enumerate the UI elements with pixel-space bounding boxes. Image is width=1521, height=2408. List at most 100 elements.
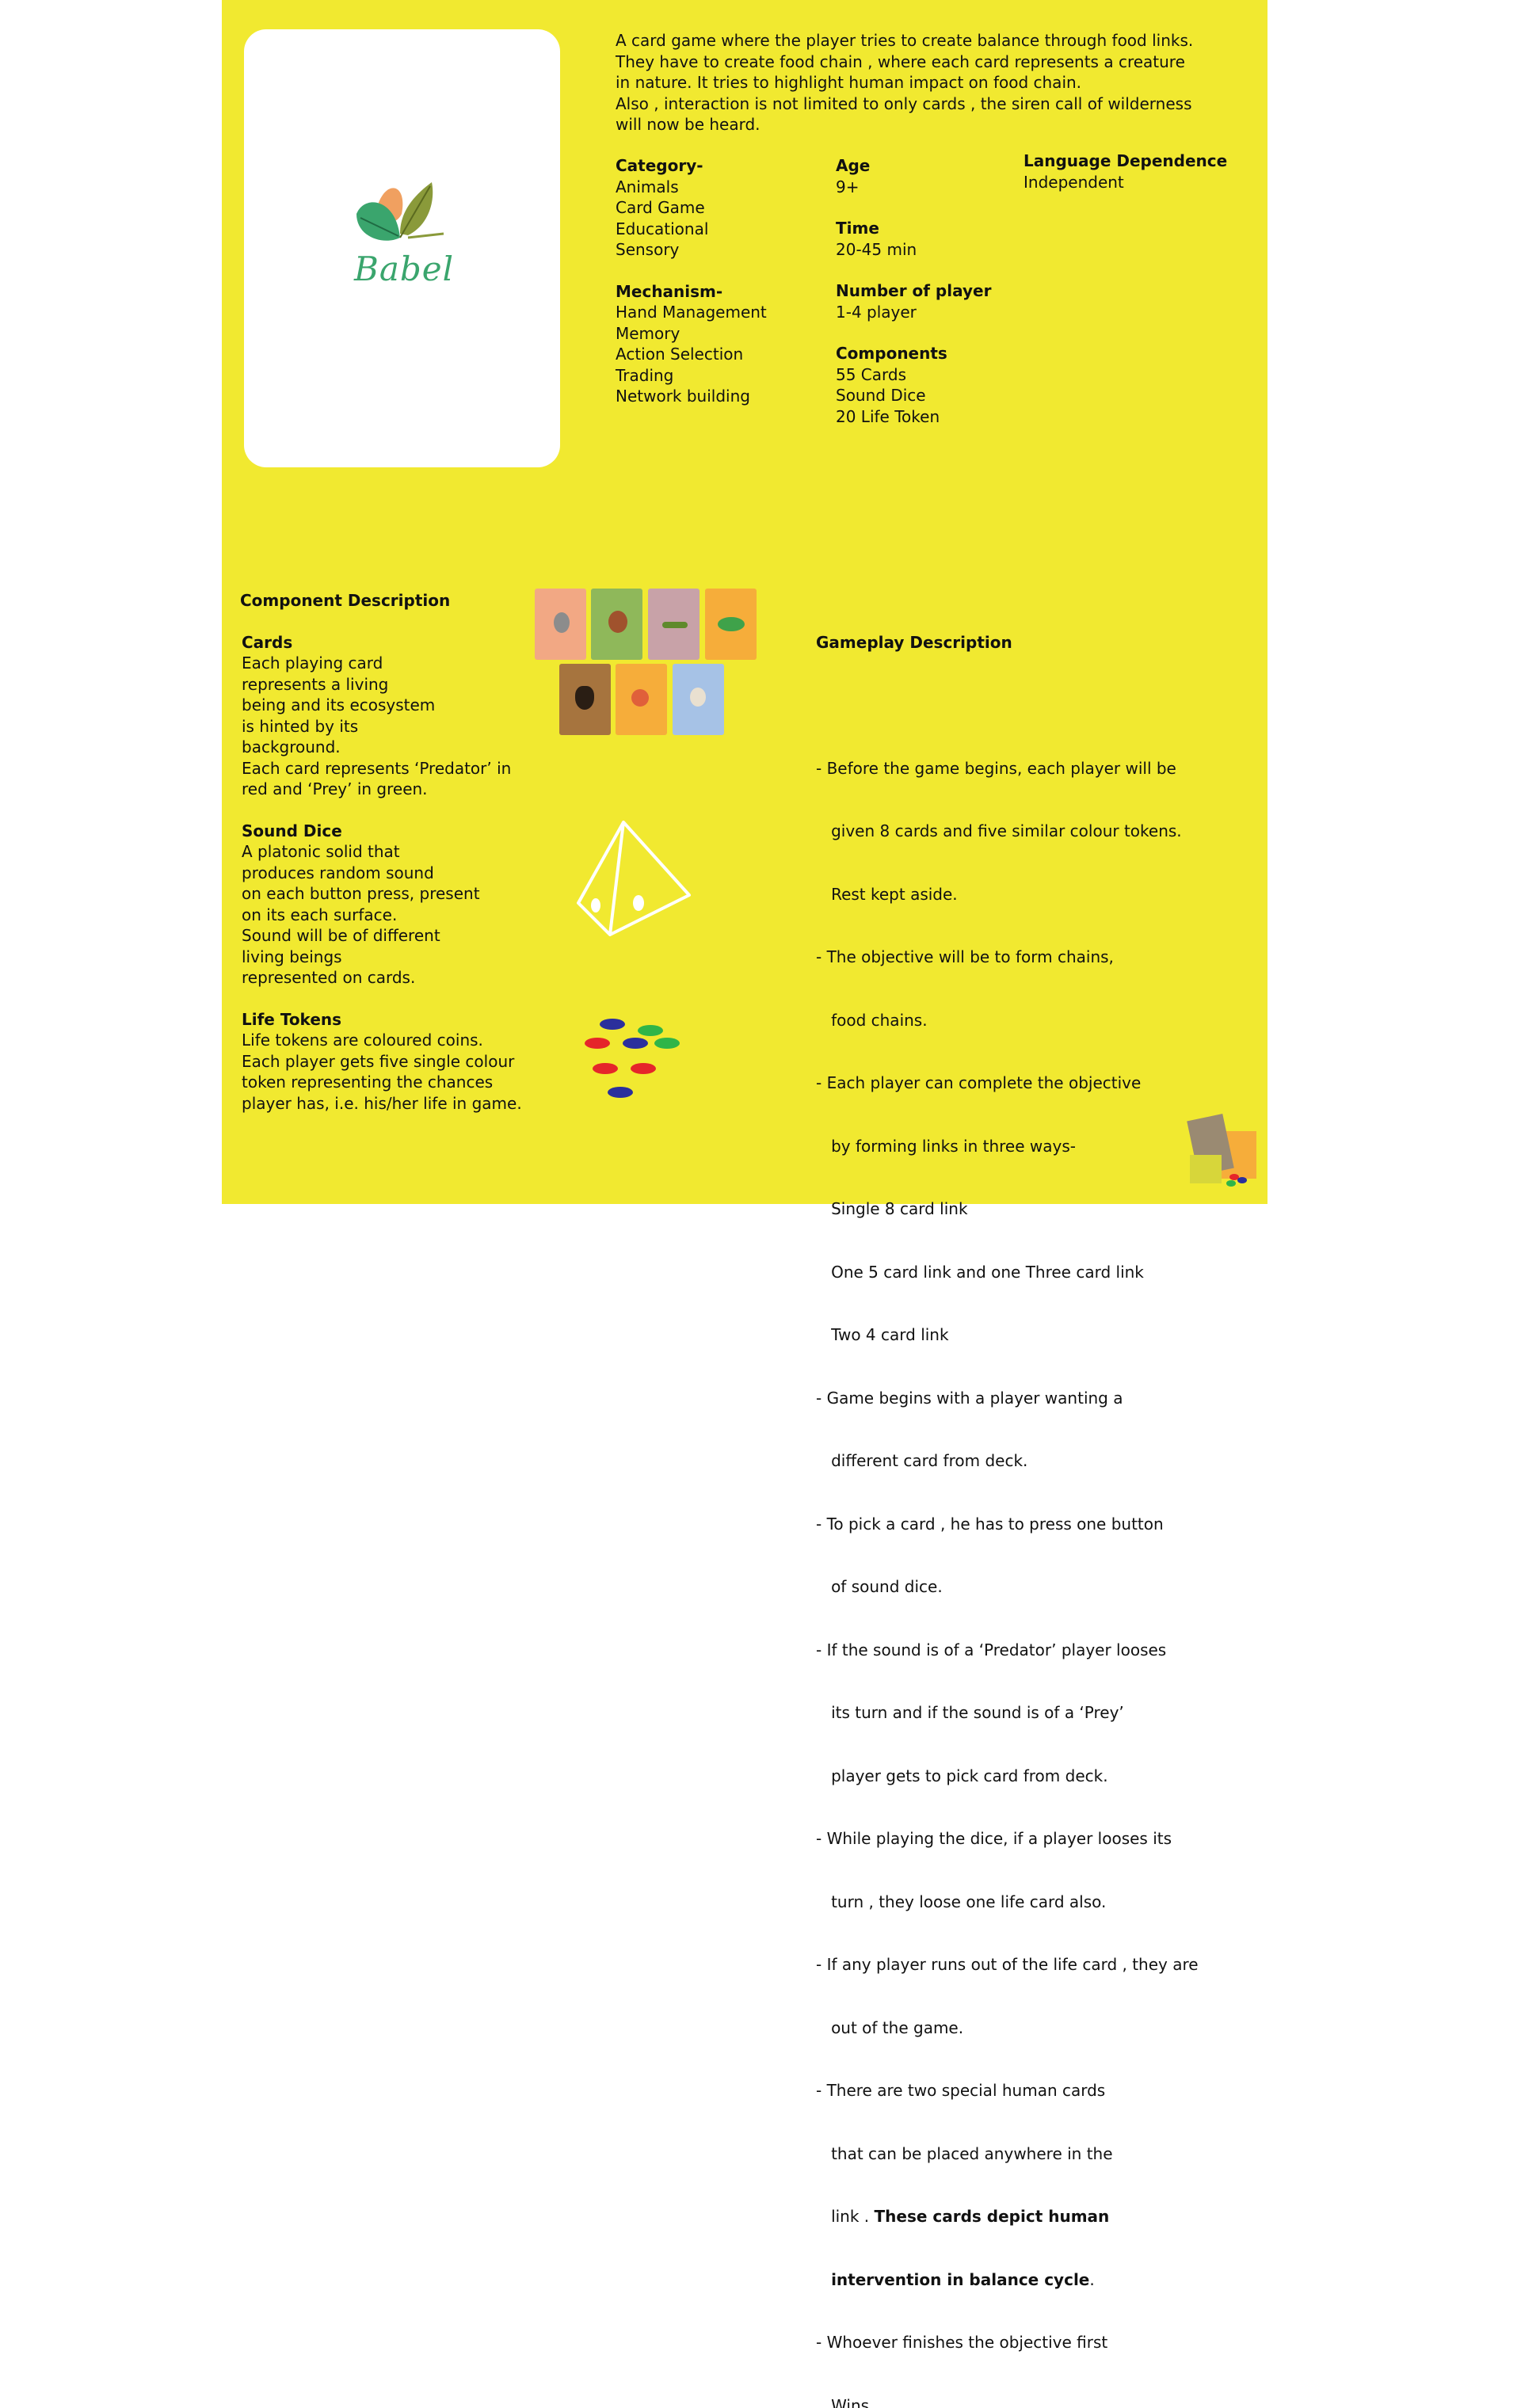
gameplay-line: - If the sound is of a ‘Predator’ player…: [816, 1640, 1199, 1661]
dice-line: on its each surface.: [242, 905, 522, 926]
gameplay-line: turn , they loose one life card also.: [816, 1892, 1199, 1913]
gameplay-emphasis: These cards depict human: [875, 2207, 1110, 2226]
owl-card-image: [535, 589, 586, 660]
gameplay-line: - Game begins with a player wanting a: [816, 1388, 1199, 1409]
cards-title: Cards: [242, 632, 522, 653]
tokens-line: Each player gets five single colour: [242, 1051, 522, 1073]
life-token: [593, 1063, 618, 1074]
life-token: [623, 1038, 648, 1049]
category-item: Animals: [616, 177, 767, 198]
gameplay-line: of sound dice.: [816, 1576, 1199, 1598]
period: .: [1089, 2270, 1094, 2289]
intro-line: in nature. It tries to highlight human i…: [616, 72, 1193, 93]
grasshopper-card-image: [648, 589, 700, 660]
dice-line: produces random sound: [242, 863, 522, 884]
components-item: 20 Life Token: [836, 406, 991, 428]
gameplay-line: that can be placed anywhere in the: [816, 2143, 1199, 2165]
gameplay-line: - To pick a card , he has to press one b…: [816, 1514, 1199, 1535]
goat-card-image: [673, 664, 724, 735]
human-card-image: [559, 664, 611, 735]
life-token: [654, 1038, 680, 1049]
plant-card-image: [705, 589, 757, 660]
dice-line: living beings: [242, 947, 522, 968]
mechanism-item: Trading: [616, 365, 767, 387]
components-item: Sound Dice: [836, 385, 991, 406]
intro-paragraph: A card game where the player tries to cr…: [616, 30, 1193, 135]
gameplay-line: Two 4 card link: [816, 1324, 1199, 1346]
gameplay-line: - Before the game begins, each player wi…: [816, 758, 1199, 779]
dice-line: represented on cards.: [242, 967, 522, 989]
life-token: [608, 1087, 633, 1098]
gameplay-line: - Each player can complete the objective: [816, 1073, 1199, 1094]
life-token: [600, 1019, 625, 1030]
babel-logo: Babel: [353, 178, 456, 285]
gameplay-description: Gameplay Description - Before the game b…: [816, 590, 1199, 2408]
gameplay-emphasis: intervention in balance cycle: [831, 2270, 1089, 2289]
category-mechanism-column: Category- Animals Card Game Educational …: [616, 155, 767, 407]
intro-line: Also , interaction is not limited to onl…: [616, 93, 1193, 115]
gameplay-line: by forming links in three ways-: [816, 1136, 1199, 1157]
mechanism-item: Memory: [616, 323, 767, 345]
component-description: Component Description Cards Each playing…: [240, 590, 522, 1114]
time-title: Time: [836, 218, 991, 239]
flower-card-image: [616, 664, 667, 735]
sound-dice-icon: [574, 816, 693, 939]
gameplay-line: player gets to pick card from deck.: [816, 1766, 1199, 1787]
gameplay-line: out of the game.: [816, 2017, 1199, 2039]
life-token: [638, 1025, 663, 1036]
dice-line: Sound will be of different: [242, 925, 522, 947]
life-token: [585, 1038, 610, 1049]
intro-line: They have to create food chain , where e…: [616, 51, 1193, 73]
gameplay-line: - If any player runs out of the life car…: [816, 1954, 1199, 1976]
tokens-line: player has, i.e. his/her life in game.: [242, 1093, 522, 1114]
language-column: Language Dependence Independent: [1024, 150, 1227, 192]
monkey-card-image: [591, 589, 642, 660]
category-title: Category-: [616, 155, 767, 177]
intro-line: will now be heard.: [616, 114, 1193, 135]
gameplay-line: food chains.: [816, 1010, 1199, 1031]
components-title: Components: [836, 343, 991, 364]
dice-title: Sound Dice: [242, 821, 522, 842]
mechanism-title: Mechanism-: [616, 281, 767, 303]
age-value: 9+: [836, 177, 991, 198]
gameplay-line: Rest kept aside.: [816, 884, 1199, 905]
mechanism-item: Network building: [616, 386, 767, 407]
cards-line: background.: [242, 737, 522, 758]
gameplay-title: Gameplay Description: [816, 632, 1199, 653]
age-title: Age: [836, 155, 991, 177]
intro-line: A card game where the player tries to cr…: [616, 30, 1193, 51]
language-title: Language Dependence: [1024, 150, 1227, 172]
tokens-title: Life Tokens: [242, 1009, 522, 1031]
players-value: 1-4 player: [836, 302, 991, 323]
gameplay-line: - The objective will be to form chains,: [816, 947, 1199, 968]
players-title: Number of player: [836, 280, 991, 302]
time-value: 20-45 min: [836, 239, 991, 261]
mechanism-item: Hand Management: [616, 302, 767, 323]
gameplay-line: Single 8 card link: [816, 1198, 1199, 1220]
gameplay-line: One 5 card link and one Three card link: [816, 1262, 1199, 1283]
category-item: Sensory: [616, 239, 767, 261]
leaf-icon: [353, 178, 456, 257]
language-value: Independent: [1024, 172, 1227, 193]
gameplay-link-text: link .: [816, 2207, 875, 2226]
cards-line: red and ‘Prey’ in green.: [242, 779, 522, 800]
cards-line: represents a living: [242, 674, 522, 695]
category-item: Educational: [616, 219, 767, 240]
cards-line: Each card represents ‘Predator’ in: [242, 758, 522, 779]
cards-line: Each playing card: [242, 653, 522, 674]
gameplay-line: given 8 cards and five similar colour to…: [816, 821, 1199, 842]
mechanism-item: Action Selection: [616, 344, 767, 365]
life-token: [631, 1063, 656, 1074]
gameplay-line: - There are two special human cards: [816, 2080, 1199, 2101]
category-item: Card Game: [616, 197, 767, 219]
gameplay-line: different card from deck.: [816, 1450, 1199, 1472]
gameplay-line: Wins.: [816, 2395, 1199, 2408]
dice-line: on each button press, present: [242, 883, 522, 905]
logo-text: Babel: [353, 250, 456, 288]
details-column: Age 9+ Time 20-45 min Number of player 1…: [836, 155, 991, 427]
gameplay-line: - Whoever finishes the objective first: [816, 2332, 1199, 2353]
gameplay-line: - While playing the dice, if a player lo…: [816, 1828, 1199, 1850]
tokens-line: Life tokens are coloured coins.: [242, 1030, 522, 1051]
tokens-line: token representing the chances: [242, 1072, 522, 1093]
gameplay-line: its turn and if the sound is of a ‘Prey’: [816, 1702, 1199, 1724]
